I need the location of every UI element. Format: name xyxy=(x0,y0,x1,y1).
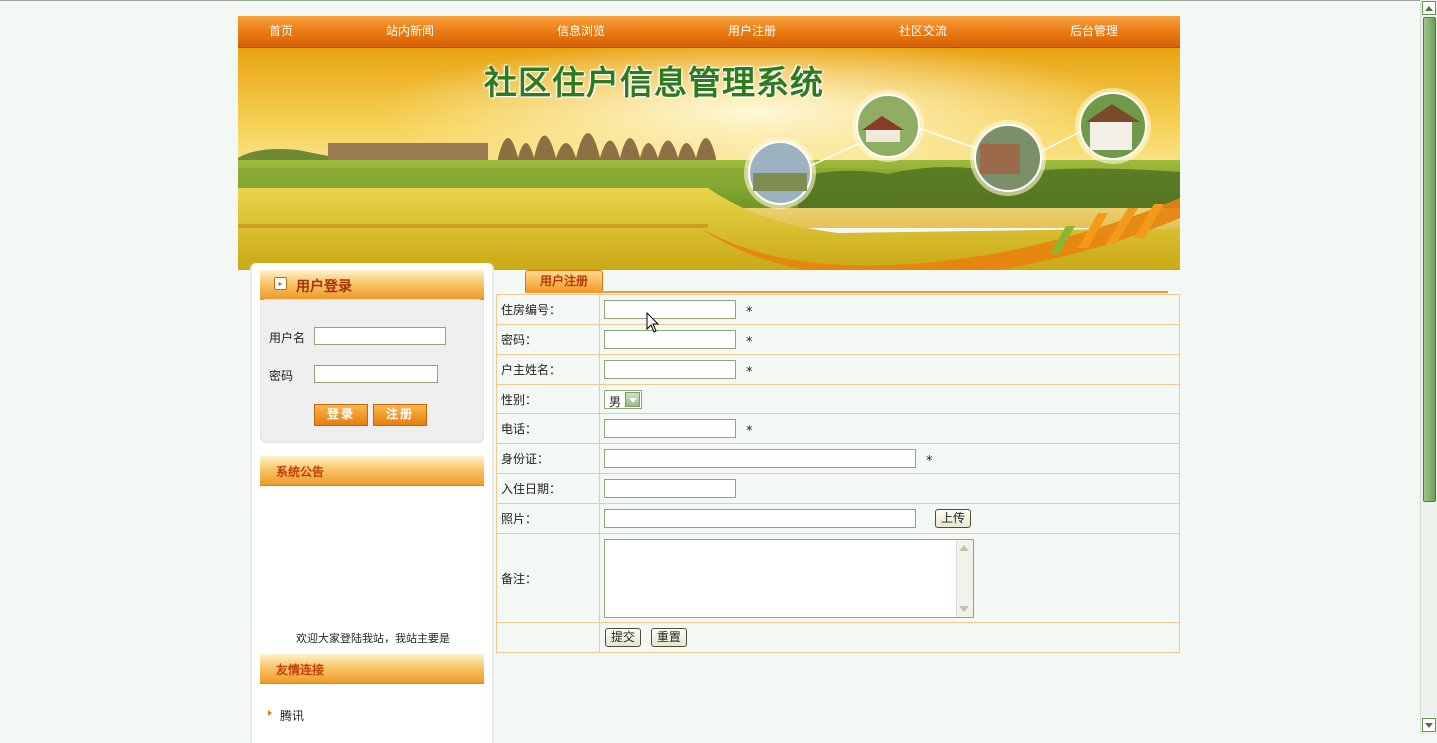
tab-underline xyxy=(525,291,1168,293)
friendly-link-tencent[interactable]: 腾讯 xyxy=(268,707,304,724)
form-row-photo: 照片： 上传 xyxy=(496,503,1180,534)
required-mark: * xyxy=(746,424,753,439)
links-panel-title: 友情连接 xyxy=(276,663,325,677)
friendly-links-list: 腾讯 xyxy=(268,707,304,724)
password-label: 密码 xyxy=(269,369,294,383)
header-banner: 社区住户信息管理系统 xyxy=(238,48,1180,270)
form-row-house-no: 住房编号： * xyxy=(496,294,1180,325)
chevron-down-icon[interactable] xyxy=(625,391,640,407)
photo-path-input[interactable] xyxy=(604,509,916,528)
phone-label: 电话： xyxy=(496,413,600,444)
submit-button[interactable]: 提交 xyxy=(605,628,642,647)
bullet-arrow-icon xyxy=(268,710,272,716)
owner-name-label: 户主姓名： xyxy=(496,354,600,385)
reset-button[interactable]: 重置 xyxy=(650,628,687,647)
nav-admin[interactable]: 后台管理 xyxy=(1070,16,1118,47)
login-panel: 用户名 密码 登录 注册 xyxy=(260,299,484,443)
remarks-label: 备注： xyxy=(496,533,600,623)
notice-marquee-text: 欢迎大家登陆我站，我站主要是 xyxy=(296,632,450,643)
phone-input[interactable] xyxy=(604,419,736,438)
owner-name-input[interactable] xyxy=(604,360,736,379)
move-in-date-input[interactable] xyxy=(604,479,736,498)
mouse-pointer-icon xyxy=(646,312,660,333)
password-input[interactable] xyxy=(314,365,438,383)
links-panel-header: 友情连接 xyxy=(260,654,484,684)
login-panel-header: ▸ 用户登录 xyxy=(260,270,484,300)
username-label: 用户名 xyxy=(269,331,306,345)
remarks-textarea[interactable] xyxy=(604,539,974,618)
scrollbar-thumb[interactable] xyxy=(1423,17,1436,502)
sidebar: ▸ 用户登录 用户名 密码 登录 注册 系统公告 欢迎大家登陆我站，我站主要是 … xyxy=(250,263,494,743)
main-nav: 首页 站内新闻 信息浏览 用户注册 社区交流 后台管理 xyxy=(238,16,1180,48)
form-row-move-in-date: 入住日期： xyxy=(496,473,1180,504)
gender-select[interactable]: 男 xyxy=(604,389,642,409)
required-mark: * xyxy=(746,335,753,350)
username-input[interactable] xyxy=(314,327,446,345)
password-field-label: 密码： xyxy=(496,324,600,355)
notice-panel-header: 系统公告 xyxy=(260,456,484,486)
form-row-gender: 性别： 男 xyxy=(496,384,1180,414)
textarea-scrollbar[interactable] xyxy=(956,540,973,617)
scroll-down-arrow-icon[interactable] xyxy=(1422,718,1436,732)
form-row-phone: 电话： * xyxy=(496,413,1180,444)
nav-info-browse[interactable]: 信息浏览 xyxy=(557,16,605,47)
login-header-icon: ▸ xyxy=(274,277,287,290)
page-scrollbar[interactable] xyxy=(1420,0,1437,734)
login-button[interactable]: 登录 xyxy=(314,404,368,426)
site-title: 社区住户信息管理系统 xyxy=(484,63,824,102)
tab-user-register: 用户注册 xyxy=(525,270,603,292)
notice-panel-title: 系统公告 xyxy=(276,465,325,479)
friendly-link-label: 腾讯 xyxy=(280,709,305,723)
form-row-actions: 提交 重置 xyxy=(496,622,1180,653)
upload-button[interactable]: 上传 xyxy=(935,509,972,528)
scroll-up-arrow-icon[interactable] xyxy=(1422,1,1436,15)
register-button[interactable]: 注册 xyxy=(373,404,427,426)
form-row-password: 密码： * xyxy=(496,324,1180,355)
nav-user-register[interactable]: 用户注册 xyxy=(728,16,776,47)
gender-selected-value: 男 xyxy=(609,394,622,409)
window-top-edge xyxy=(0,0,1420,1)
scroll-up-icon[interactable] xyxy=(959,545,969,551)
form-row-id-card: 身份证： * xyxy=(496,443,1180,474)
required-mark: * xyxy=(746,305,753,320)
house-no-label: 住房编号： xyxy=(496,294,600,325)
photo-label: 照片： xyxy=(496,503,600,534)
id-card-label: 身份证： xyxy=(496,443,600,474)
nav-home[interactable]: 首页 xyxy=(269,16,293,47)
scroll-down-icon[interactable] xyxy=(959,606,969,612)
form-row-owner-name: 户主姓名： * xyxy=(496,354,1180,385)
form-row-remarks: 备注： xyxy=(496,533,1180,623)
required-mark: * xyxy=(926,454,933,469)
move-in-date-label: 入住日期： xyxy=(496,473,600,504)
login-panel-title: 用户登录 xyxy=(296,279,352,295)
registration-form: 住房编号： * 密码： * 户主姓名： * 性别： 男 电话： * 身份证： *… xyxy=(496,294,1180,653)
gender-label: 性别： xyxy=(496,384,600,414)
id-card-input[interactable] xyxy=(604,449,916,468)
reg-password-input[interactable] xyxy=(604,330,736,349)
nav-site-news[interactable]: 站内新闻 xyxy=(386,16,434,47)
required-mark: * xyxy=(746,365,753,380)
house-no-input[interactable] xyxy=(604,300,736,319)
nav-community[interactable]: 社区交流 xyxy=(899,16,947,47)
